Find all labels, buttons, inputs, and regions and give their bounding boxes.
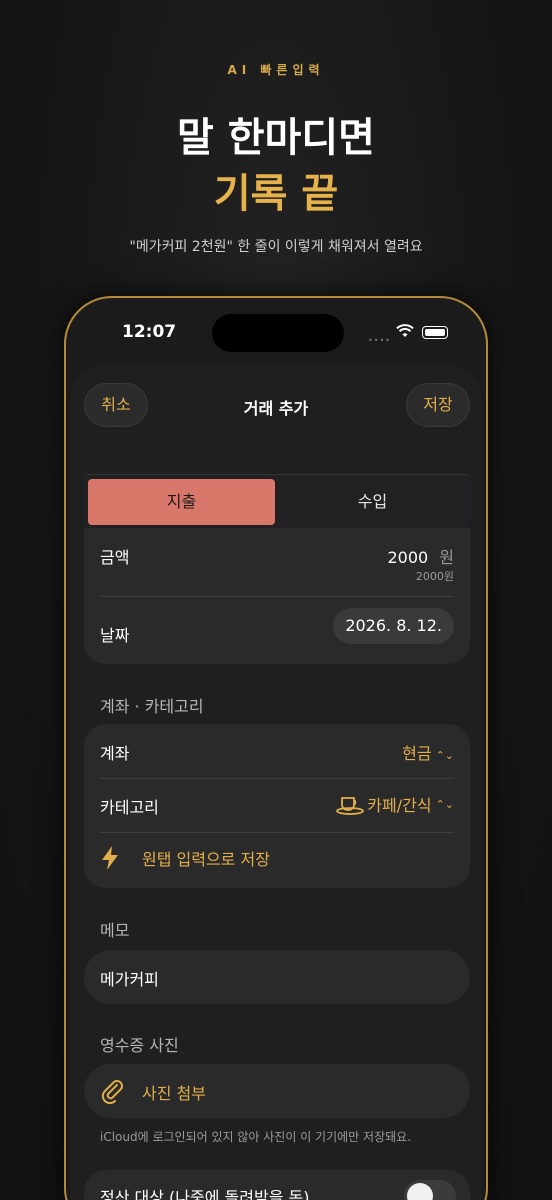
quick-save-button[interactable]: 원탭 입력으로 저장 <box>100 840 270 876</box>
quick-save-label: 원탭 입력으로 저장 <box>142 850 270 869</box>
amount-field[interactable]: 2000 원 <box>387 544 454 568</box>
paperclip-icon <box>101 1080 123 1104</box>
account-category-section-title: 계좌 · 카테고리 <box>100 697 204 716</box>
divider <box>100 832 454 833</box>
amount-preview: 2000원 <box>415 570 454 583</box>
segment-income[interactable]: 수입 <box>279 479 466 525</box>
phone-frame: 12:07 •••• 취소 거래 추가 저장 지출 수입 금액 2000 원 2… <box>64 296 488 1200</box>
dynamic-island <box>212 314 344 352</box>
chevron-up-down-icon: ⌃⌄ <box>435 797 454 811</box>
segment-expense[interactable]: 지출 <box>88 479 275 525</box>
status-time: 12:07 <box>122 322 177 342</box>
settlement-label: 정산 대상 (나중에 돌려받을 돈) <box>100 1188 310 1200</box>
save-button[interactable]: 저장 <box>406 383 470 427</box>
amount-value: 2000 <box>387 548 429 567</box>
memo-field[interactable]: 메가커피 <box>84 950 470 1004</box>
battery-icon <box>422 326 448 339</box>
lightning-icon <box>102 846 118 870</box>
icloud-notice: iCloud에 로그인되어 있지 않아 사진이 이 기기에만 저장돼요. <box>100 1130 412 1144</box>
amount-date-card: 금액 2000 원 2000원 날짜 2026. 8. 12. <box>84 528 470 664</box>
amount-label: 금액 <box>100 548 130 567</box>
status-bar: 12:07 •••• <box>66 298 486 358</box>
category-label: 카테고리 <box>100 798 159 817</box>
attach-photo-button[interactable]: 사진 첨부 <box>84 1064 470 1118</box>
divider <box>100 778 454 779</box>
date-picker[interactable]: 2026. 8. 12. <box>333 608 454 644</box>
account-picker[interactable]: 현금 ⌃⌄ <box>402 740 454 764</box>
category-picker[interactable]: 카페/간식 ⌃⌄ <box>335 792 454 816</box>
date-label: 날짜 <box>100 626 130 645</box>
receipt-section-title: 영수증 사진 <box>100 1036 179 1055</box>
promo-subline: "메가커피 2천원" 한 줄이 이렇게 채워져서 열려요 <box>129 239 423 255</box>
attach-photo-label: 사진 첨부 <box>142 1084 206 1103</box>
wifi-icon <box>396 324 414 337</box>
account-value: 현금 <box>402 744 432 763</box>
memo-value: 메가커피 <box>100 970 159 989</box>
divider <box>100 596 454 597</box>
amount-unit: 원 <box>439 548 454 567</box>
category-value: 카페/간식 <box>367 796 432 815</box>
settlement-row: 정산 대상 (나중에 돌려받을 돈) <box>84 1170 470 1200</box>
memo-section-title: 메모 <box>100 921 130 940</box>
account-category-card: 계좌 현금 ⌃⌄ 카테고리 카페/간식 ⌃⌄ 원탭 입력으로 저장 <box>84 724 470 888</box>
promo-headline: 말 한마디면 <box>177 115 375 161</box>
signal-icon: •••• <box>368 336 391 345</box>
settlement-toggle[interactable] <box>404 1180 456 1200</box>
account-label: 계좌 <box>100 744 130 763</box>
add-transaction-sheet: 취소 거래 추가 저장 지출 수입 금액 2000 원 2000원 날짜 202… <box>70 366 482 1200</box>
chevron-up-down-icon: ⌃⌄ <box>435 749 454 762</box>
type-segmented-control: 지출 수입 <box>84 474 470 528</box>
promo-eyebrow: AI 빠른입력 <box>227 63 325 77</box>
coffee-cup-icon <box>336 797 365 815</box>
promo-headline-accent: 기록 끝 <box>213 171 339 217</box>
